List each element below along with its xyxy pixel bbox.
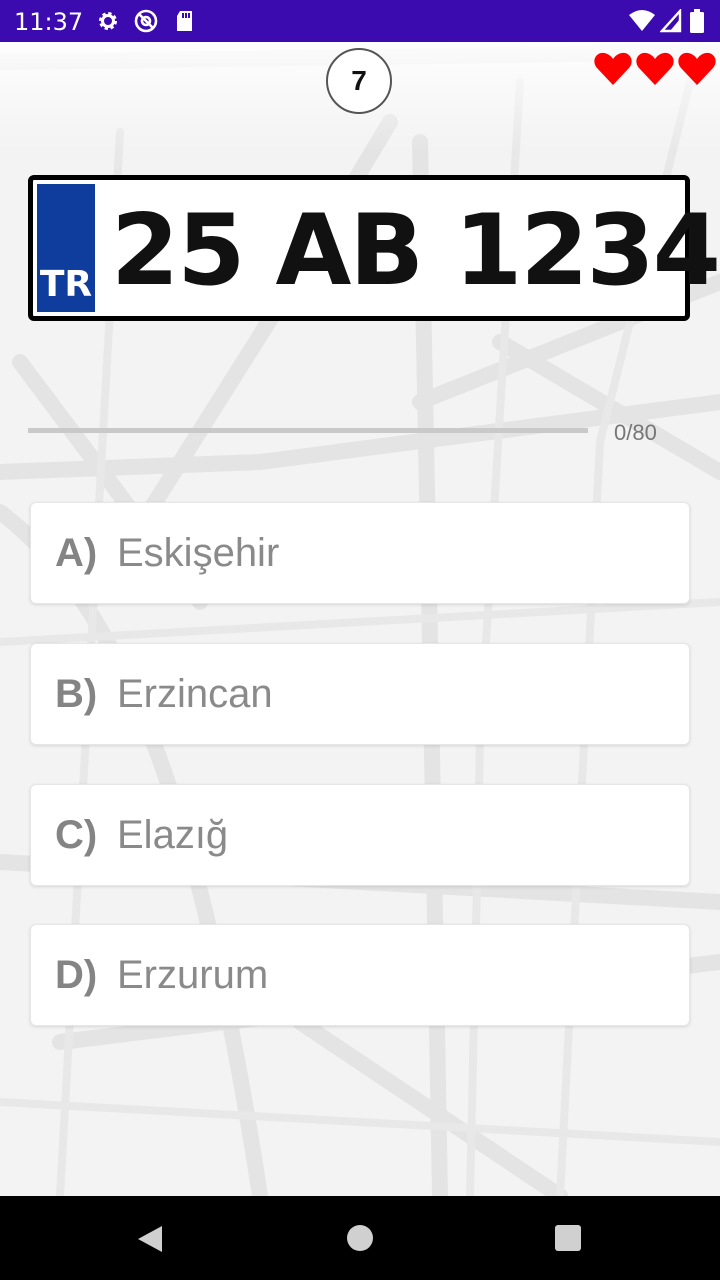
progress-count: 0/80	[614, 420, 657, 445]
progress-bar	[28, 428, 588, 433]
home-icon[interactable]	[346, 1224, 374, 1252]
signal-icon	[660, 9, 682, 33]
option-text: Erzincan	[117, 672, 273, 716]
gear-icon	[99, 12, 117, 30]
wifi-icon	[629, 10, 655, 31]
status-bar: 11:37	[0, 0, 720, 42]
option-text: Erzurum	[117, 953, 269, 997]
option-a-button[interactable]: A) Eskişehir	[30, 502, 690, 604]
recents-icon[interactable]	[554, 1224, 582, 1252]
heart-icon	[594, 52, 632, 85]
option-b-button[interactable]: B) Erzincan	[30, 643, 690, 745]
battery-icon	[690, 9, 704, 33]
plate-country-code: TR	[39, 264, 93, 305]
option-text: Eskişehir	[117, 531, 280, 575]
license-plate: TR 25 AB 1234	[28, 175, 720, 321]
back-icon[interactable]	[136, 1224, 164, 1254]
lives	[590, 52, 716, 91]
option-d-button[interactable]: D) Erzurum	[30, 924, 690, 1026]
option-letter: C)	[55, 813, 98, 857]
heart-icon	[678, 52, 716, 85]
plate-number: 25 AB 1234	[111, 194, 720, 308]
option-text: Elazığ	[117, 813, 229, 857]
heart-icon	[636, 52, 674, 85]
option-letter: B)	[55, 672, 98, 716]
at-sign-icon	[134, 9, 158, 33]
timer-badge: 7	[326, 48, 392, 114]
option-c-button[interactable]: C) Elazığ	[30, 784, 690, 886]
status-time: 11:37	[14, 8, 84, 36]
sd-card-icon	[177, 11, 192, 31]
navigation-bar	[0, 1196, 720, 1280]
option-letter: D)	[55, 953, 98, 997]
option-letter: A)	[55, 531, 98, 575]
game-screen: 7 TR 25 AB 1234 0/80 A) Eskişehir B) Erz…	[0, 42, 720, 1196]
